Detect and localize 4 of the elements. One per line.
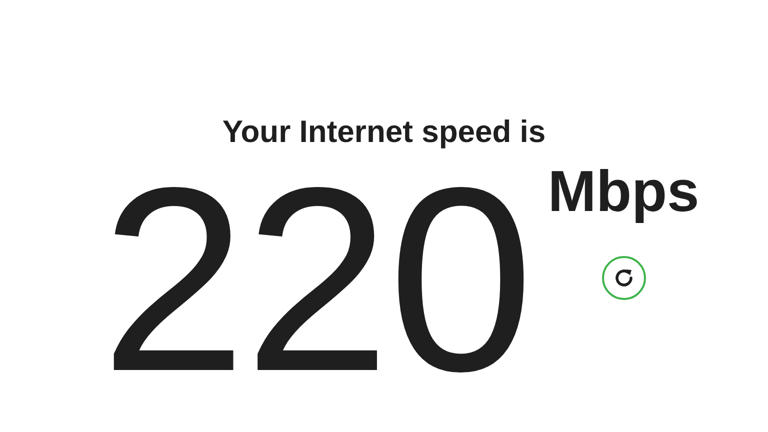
speed-unit: Mbps — [548, 160, 700, 224]
speed-heading: Your Internet speed is — [222, 113, 546, 151]
speed-value: 220 — [100, 170, 532, 390]
refresh-button[interactable] — [602, 256, 646, 300]
